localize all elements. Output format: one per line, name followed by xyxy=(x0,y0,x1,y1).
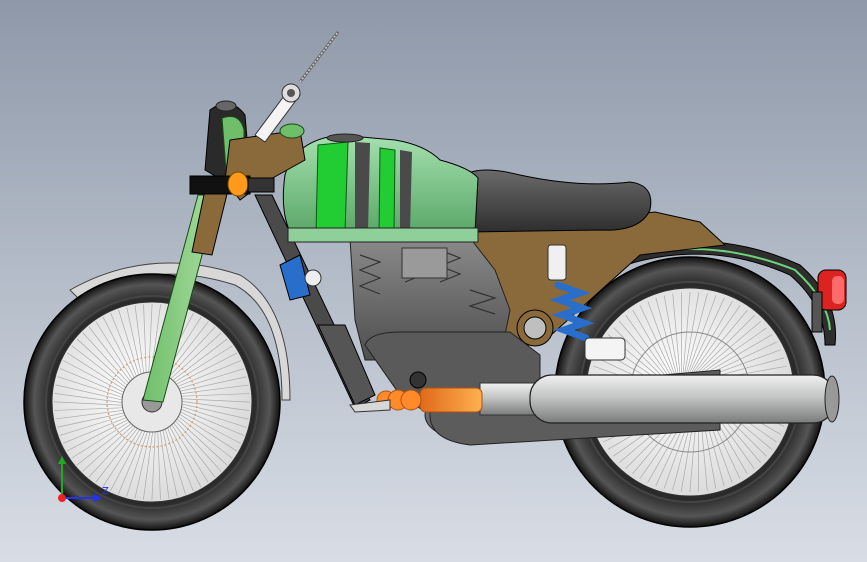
seat xyxy=(464,169,652,233)
cad-viewport[interactable]: Z xyxy=(0,0,867,562)
fuel-tank xyxy=(282,133,479,243)
coordinate-triad-icon: Z xyxy=(58,456,109,502)
axis-z-label: Z xyxy=(102,486,109,497)
motorcycle-model[interactable] xyxy=(0,0,867,562)
